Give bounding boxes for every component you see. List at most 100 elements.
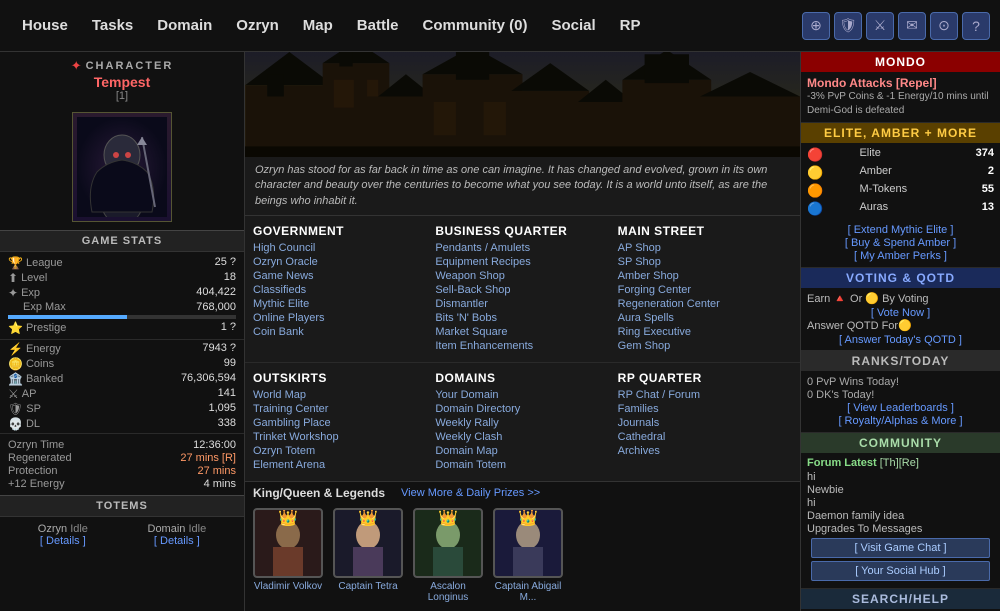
nav-ozryn[interactable]: Ozryn	[224, 11, 291, 40]
nav-pendants[interactable]: Pendants / Amulets	[435, 242, 609, 254]
nav-links: House Tasks Domain Ozryn Map Battle Comm…	[10, 11, 653, 40]
ozryn-time-row: Ozryn Time 12:36:00	[8, 439, 236, 451]
nav-coin-bank[interactable]: Coin Bank	[253, 326, 427, 338]
mondo-attack[interactable]: Mondo Attacks [Repel]	[807, 76, 994, 90]
banner-image	[245, 52, 800, 157]
nav-gambling-place[interactable]: Gambling Place	[253, 417, 427, 429]
nav-domain[interactable]: Domain	[145, 11, 224, 40]
nav-sp-shop[interactable]: SP Shop	[618, 256, 792, 268]
leaderboards-link[interactable]: [ View Leaderboards ]	[807, 402, 994, 414]
nav-icon-3[interactable]: ⚔	[866, 12, 894, 40]
nav-house[interactable]: House	[10, 11, 80, 40]
nav-element-arena[interactable]: Element Arena	[253, 459, 427, 471]
nav-mythic-elite[interactable]: Mythic Elite	[253, 298, 427, 310]
comm-post-4: Upgrades To Messages	[807, 523, 994, 535]
main-content: ✦ CHARACTER Tempest [1]	[0, 52, 1000, 611]
nav-icon-help[interactable]: ?	[962, 12, 990, 40]
nav-gem-shop[interactable]: Gem Shop	[618, 340, 792, 352]
nav-your-domain[interactable]: Your Domain	[435, 389, 609, 401]
nav-weekly-rally[interactable]: Weekly Rally	[435, 417, 609, 429]
nav-world-map[interactable]: World Map	[253, 389, 427, 401]
nav-training-center[interactable]: Training Center	[253, 403, 427, 415]
kings-more-link[interactable]: View More & Daily Prizes >>	[401, 487, 540, 499]
mtokens-label: M-Tokens	[859, 183, 939, 199]
nav-rp-chat[interactable]: RP Chat / Forum	[618, 389, 792, 401]
nav-rp[interactable]: RP	[608, 11, 653, 40]
mondo-title: MONDO	[801, 52, 1000, 72]
nav-weekly-clash[interactable]: Weekly Clash	[435, 431, 609, 443]
king-1-name[interactable]: Vladimir Volkov	[254, 581, 322, 592]
amber-perks-link[interactable]: [ My Amber Perks ]	[807, 250, 994, 262]
sp-label: 🛡SP	[8, 402, 118, 416]
nav-classifieds[interactable]: Classifieds	[253, 284, 427, 296]
nav-equipment-recipes[interactable]: Equipment Recipes	[435, 256, 609, 268]
character-name[interactable]: Tempest	[4, 74, 240, 90]
nav-icon-2[interactable]: 🛡	[834, 12, 862, 40]
nav-market-square[interactable]: Market Square	[435, 326, 609, 338]
king-4-name[interactable]: Captain Abigail M...	[493, 581, 563, 603]
kings-bar: King/Queen & Legends View More & Daily P…	[245, 481, 800, 504]
ranks-content: 0 PvP Wins Today! 0 DK's Today! [ View L…	[801, 371, 1000, 432]
forum-tag: [Th][Re]	[880, 457, 919, 469]
nav-game-news[interactable]: Game News	[253, 270, 427, 282]
nav-weapon-shop[interactable]: Weapon Shop	[435, 270, 609, 282]
totem-domain: Domain Idle [ Details ]	[148, 523, 207, 547]
nav-regen-center[interactable]: Regeneration Center	[618, 298, 792, 310]
nav-battle[interactable]: Battle	[345, 11, 411, 40]
nav-families[interactable]: Families	[618, 403, 792, 415]
king-3-name[interactable]: Ascalon Longinus	[413, 581, 483, 603]
nav-icon-5[interactable]: ⊙	[930, 12, 958, 40]
rp-quarter-title: RP QUARTER	[618, 371, 792, 385]
nav-tasks[interactable]: Tasks	[80, 11, 145, 40]
energy-label: ⚡Energy	[8, 342, 118, 356]
king-1-crown: 👑	[278, 508, 298, 528]
nav-trinket-workshop[interactable]: Trinket Workshop	[253, 431, 427, 443]
nav-social[interactable]: Social	[539, 11, 607, 40]
qotd-text: Answer QOTD For🟡	[807, 319, 994, 332]
nav-amber-shop[interactable]: Amber Shop	[618, 270, 792, 282]
totem-ozryn-link[interactable]: [ Details ]	[38, 535, 88, 547]
energy-regen-row: +12 Energy 4 mins	[8, 478, 236, 490]
social-hub-btn[interactable]: [ Your Social Hub ]	[811, 561, 990, 581]
level-label: ⬆Level	[8, 271, 127, 285]
nav-map[interactable]: Map	[291, 11, 345, 40]
nav-community[interactable]: Community (0)	[410, 11, 539, 40]
nav-domain-map[interactable]: Domain Map	[435, 445, 609, 457]
buy-amber-link[interactable]: [ Buy & Spend Amber ]	[807, 237, 994, 249]
king-3: 👑 Ascalon Longinus	[413, 508, 483, 603]
answer-qotd-link[interactable]: [ Answer Today's QOTD ]	[807, 334, 994, 346]
totem-domain-link[interactable]: [ Details ]	[148, 535, 207, 547]
nav-col-domains: DOMAINS Your Domain Domain Directory Wee…	[435, 371, 609, 473]
nav-dismantler[interactable]: Dismantler	[435, 298, 609, 310]
nav-archives[interactable]: Archives	[618, 445, 792, 457]
nav-aura-spells[interactable]: Aura Spells	[618, 312, 792, 324]
nav-icon-1[interactable]: ⊕	[802, 12, 830, 40]
nav-forging-center[interactable]: Forging Center	[618, 284, 792, 296]
nav-bits-n-bobs[interactable]: Bits 'N' Bobs	[435, 312, 609, 324]
nav-online-players[interactable]: Online Players	[253, 312, 427, 324]
nav-domain-totem[interactable]: Domain Totem	[435, 459, 609, 471]
nav-high-council[interactable]: High Council	[253, 242, 427, 254]
visit-game-chat-btn[interactable]: [ Visit Game Chat ]	[811, 538, 990, 558]
game-stats-title: GAME STATS	[0, 230, 244, 252]
royalty-link[interactable]: [ Royalty/Alphas & More ]	[807, 415, 994, 427]
nav-sell-back[interactable]: Sell-Back Shop	[435, 284, 609, 296]
nav-ozryn-oracle[interactable]: Ozryn Oracle	[253, 256, 427, 268]
nav-journals[interactable]: Journals	[618, 417, 792, 429]
energy-regen-label: +12 Energy	[8, 478, 65, 490]
nav-ap-shop[interactable]: AP Shop	[618, 242, 792, 254]
nav-cathedral[interactable]: Cathedral	[618, 431, 792, 443]
nav-icon-4[interactable]: ✉	[898, 12, 926, 40]
totems-row: Ozryn Idle [ Details ] Domain Idle [ Det…	[0, 519, 244, 553]
nav-ozryn-totem[interactable]: Ozryn Totem	[253, 445, 427, 457]
comm-post-3: Daemon family idea	[807, 510, 994, 522]
kings-title: King/Queen & Legends	[253, 486, 385, 500]
vote-now-link[interactable]: [ Vote Now ]	[807, 307, 994, 319]
king-2-name[interactable]: Captain Tetra	[338, 581, 397, 592]
king-4-avatar: 👑	[493, 508, 563, 578]
nav-ring-executive[interactable]: Ring Executive	[618, 326, 792, 338]
extend-elite-link[interactable]: [ Extend Mythic Elite ]	[807, 224, 994, 236]
nav-item-enhancements[interactable]: Item Enhancements	[435, 340, 609, 352]
exp-value: 404,422	[135, 286, 236, 300]
nav-domain-directory[interactable]: Domain Directory	[435, 403, 609, 415]
